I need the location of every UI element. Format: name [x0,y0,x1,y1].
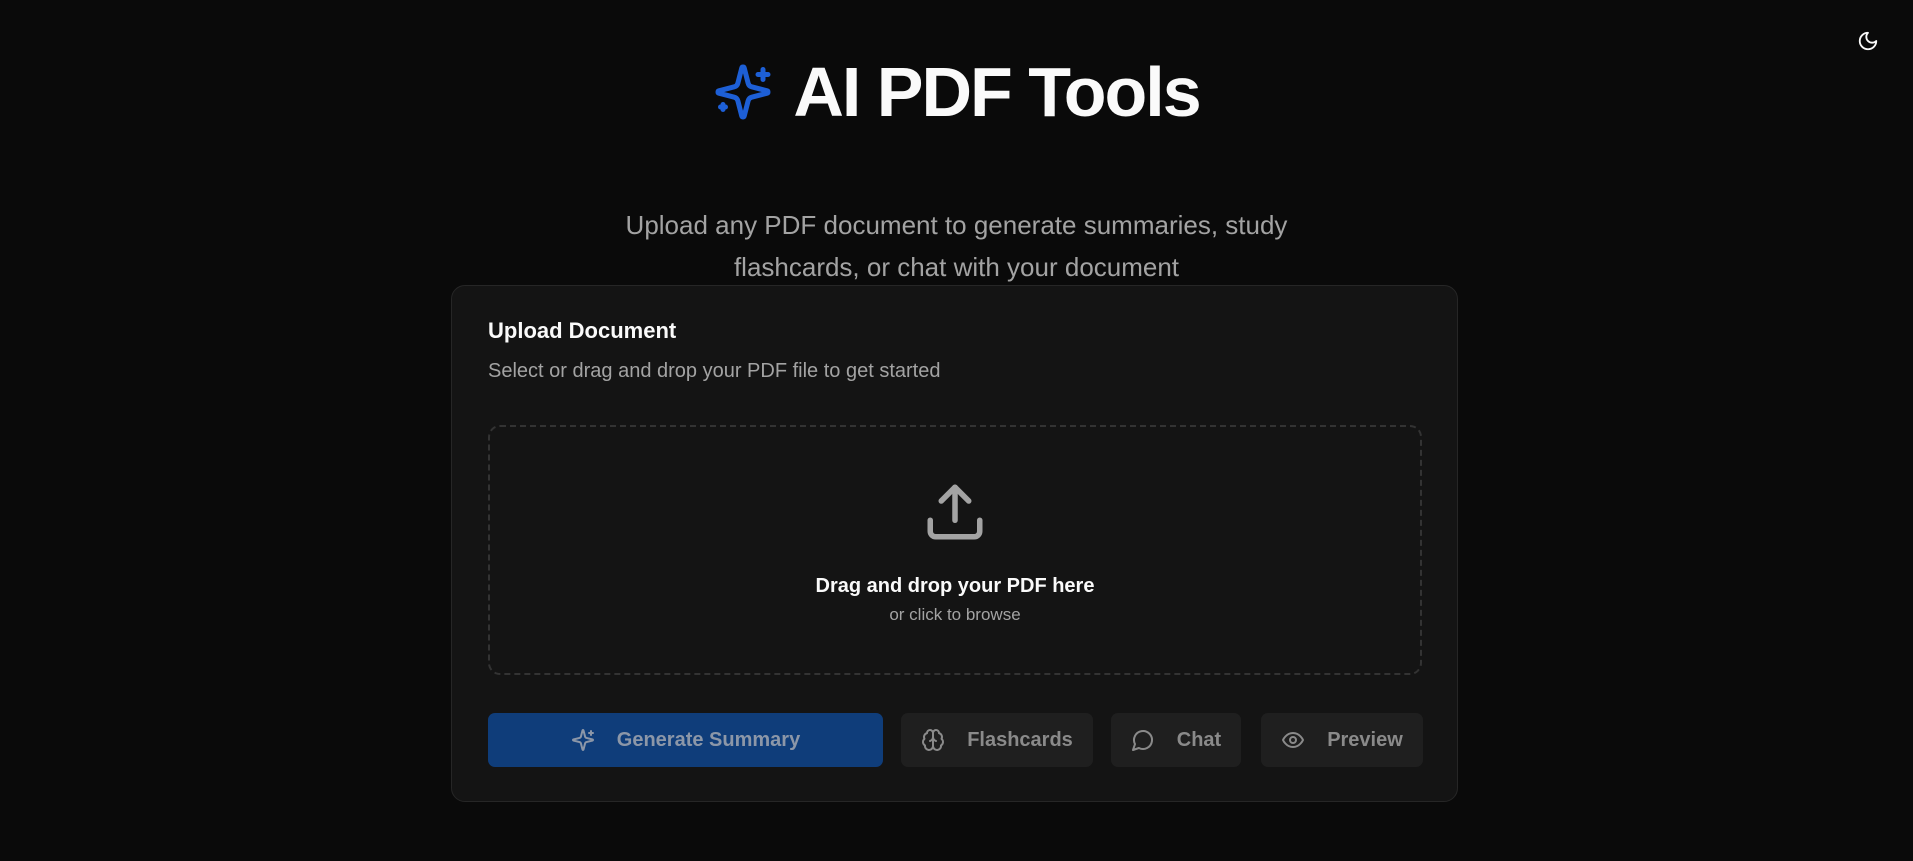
page-subtitle: Upload any PDF document to generate summ… [625,210,1288,282]
chat-label: Chat [1176,728,1222,751]
card-title: Upload Document [488,318,677,343]
eye-icon [1282,732,1305,748]
dropzone-sub-text: or click to browse [889,605,1021,624]
page-title: AI PDF Tools [793,53,1201,131]
preview-button[interactable]: Preview [1261,713,1423,767]
hero: AI PDF Tools Upload any PDF document to … [0,50,1913,288]
flashcards-label: Flashcards [967,728,1073,751]
dropzone-main-text: Drag and drop your PDF here [815,575,1095,597]
brain-icon [922,729,945,751]
flashcards-button[interactable]: Flashcards [901,713,1093,767]
pdf-dropzone[interactable]: Drag and drop your PDF here or click to … [488,425,1422,675]
chat-button[interactable]: Chat [1111,713,1241,767]
preview-label: Preview [1327,728,1403,751]
title-row: AI PDF Tools [0,50,1913,134]
sparkles-icon [715,64,771,120]
upload-icon [927,484,983,540]
card-description: Select or drag and drop your PDF file to… [488,360,941,382]
page: AI PDF Tools Upload any PDF document to … [0,0,1913,861]
message-circle-icon [1131,730,1153,751]
sparkles-icon [571,729,594,751]
generate-summary-label: Generate Summary [616,728,801,751]
generate-summary-button[interactable]: Generate Summary [488,713,883,767]
upload-card: Upload Document Select or drag and drop … [451,285,1458,802]
moon-icon [1858,31,1878,51]
